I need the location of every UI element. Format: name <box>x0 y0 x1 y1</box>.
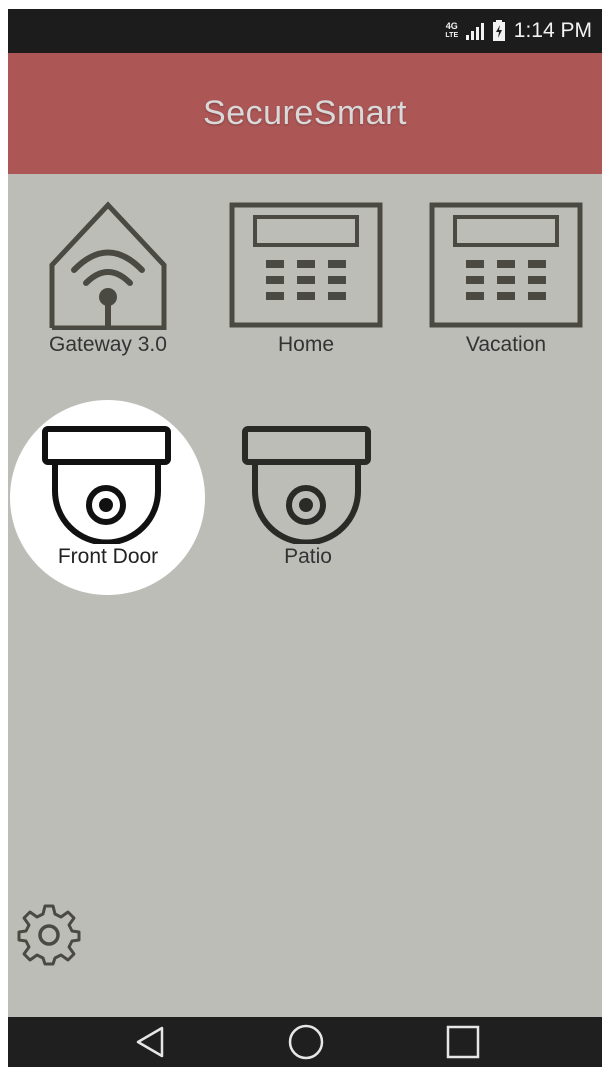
recents-square-icon <box>446 1025 480 1059</box>
device-label: Patio <box>284 545 332 568</box>
status-time: 1:14 PM <box>513 19 592 42</box>
app-bar: SecureSmart <box>8 53 602 174</box>
status-icons: 4G LTE 1:14 PM <box>444 9 592 53</box>
phone-screen: 4G LTE 1:14 PM SecureSmart Gateway 3.0 H… <box>8 9 602 1067</box>
back-triangle-icon <box>136 1026 164 1058</box>
signal-bars-icon <box>465 23 484 40</box>
device-label: Vacation <box>465 333 547 356</box>
device-tile-gateway[interactable]: Gateway 3.0 <box>30 195 186 365</box>
network-type-indicator: 4G LTE <box>445 21 459 40</box>
back-button[interactable] <box>120 1017 180 1067</box>
device-tile-patio[interactable]: Patio <box>228 419 388 579</box>
navigation-bar <box>8 1017 602 1067</box>
battery-charging-icon <box>492 20 505 41</box>
device-label: Home <box>277 333 335 356</box>
dome-camera-icon <box>242 426 371 544</box>
device-tile-vacation[interactable]: Vacation <box>418 195 594 365</box>
home-button[interactable] <box>276 1017 336 1067</box>
device-tile-front-door[interactable]: Front Door <box>28 419 188 579</box>
home-circle-icon <box>288 1024 324 1060</box>
recents-button[interactable] <box>433 1017 493 1067</box>
keypad-icon <box>429 202 583 328</box>
gear-icon[interactable] <box>17 903 81 967</box>
keypad-icon <box>229 202 383 328</box>
device-label: Front Door <box>57 545 159 568</box>
dome-camera-icon <box>42 426 171 544</box>
device-tile-home[interactable]: Home <box>218 195 394 365</box>
app-title: SecureSmart <box>203 94 407 132</box>
device-label: Gateway 3.0 <box>49 333 167 356</box>
status-bar: 4G LTE 1:14 PM <box>8 9 602 53</box>
wifi-house-icon <box>49 201 167 330</box>
